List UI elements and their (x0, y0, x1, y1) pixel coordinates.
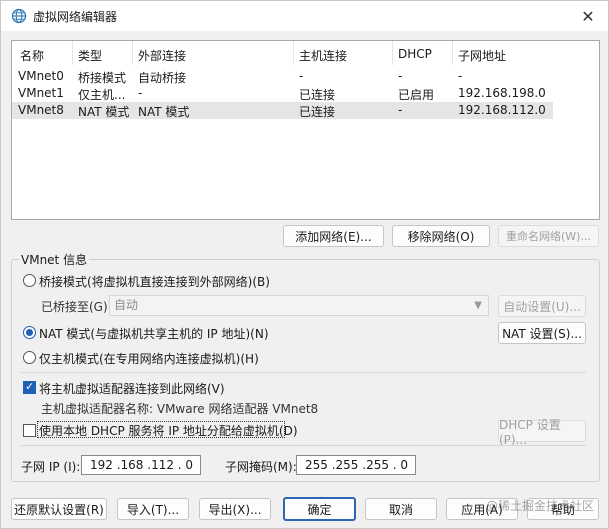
column-header-subnet[interactable]: 子网地址 (458, 47, 506, 63)
close-icon: ✕ (581, 6, 595, 26)
divider (21, 372, 586, 373)
column-separator[interactable] (452, 41, 453, 65)
column-header-dhcp[interactable]: DHCP (398, 47, 432, 63)
cell-host: - (299, 69, 304, 83)
connect-adapter-checkbox[interactable] (23, 380, 36, 394)
cell-name: VMnet8 (18, 103, 64, 117)
rename-network-button[interactable]: 重命名网络(W)... (498, 225, 599, 247)
close-button[interactable]: ✕ (568, 1, 608, 31)
column-separator[interactable] (392, 41, 393, 65)
globe-icon (11, 8, 27, 24)
window-title: 虚拟网络编辑器 (33, 10, 118, 24)
column-header-host[interactable]: 主机连接 (299, 47, 347, 63)
column-header-external[interactable]: 外部连接 (138, 47, 186, 63)
column-separator[interactable] (132, 41, 133, 65)
subnet-mask-label: 子网掩码(M): (225, 460, 297, 474)
cell-type: NAT 模式 (78, 105, 130, 119)
table-header: 名称 类型 外部连接 主机连接 DHCP 子网地址 (12, 41, 599, 65)
cell-name: VMnet0 (18, 69, 64, 83)
bridged-to-value: 自动 (114, 298, 139, 312)
remove-network-button[interactable]: 移除网络(O) (392, 225, 490, 247)
nat-mode-radio[interactable] (23, 326, 36, 339)
cancel-button[interactable]: 取消 (365, 498, 437, 520)
vmnet-info-group (11, 259, 600, 482)
connect-adapter-label[interactable]: 将主机虚拟适配器连接到此网络(V) (39, 380, 225, 397)
table-row-selected[interactable]: VMnet8 NAT 模式 NAT 模式 已连接 - 192.168.112.0 (12, 102, 553, 119)
column-separator[interactable] (293, 41, 294, 65)
import-button[interactable]: 导入(T)... (117, 498, 189, 520)
cell-subnet: 192.168.198.0 (458, 86, 546, 100)
add-network-button[interactable]: 添加网络(E)... (283, 225, 384, 247)
auto-settings-button[interactable]: 自动设置(U)... (498, 295, 586, 317)
restore-defaults-button[interactable]: 还原默认设置(R) (11, 498, 107, 520)
cell-name: VMnet1 (18, 86, 64, 100)
column-header-type[interactable]: 类型 (78, 47, 102, 63)
cell-type: 桥接模式 (78, 71, 127, 85)
dhcp-label[interactable]: 使用本地 DHCP 服务将 IP 地址分配给虚拟机(D) (39, 422, 298, 439)
cell-subnet: - (458, 69, 463, 83)
chevron-down-icon: ▼ (474, 300, 482, 311)
bridged-mode-radio[interactable] (23, 274, 36, 287)
cell-host: 已连接 (299, 88, 336, 102)
host-only-mode-label[interactable]: 仅主机模式(在专用网络内连接虚拟机)(H) (39, 350, 259, 367)
subnet-mask-field[interactable]: 255 .255 .255 . 0 (296, 455, 416, 475)
column-header-name[interactable]: 名称 (20, 47, 44, 63)
cell-external: NAT 模式 (138, 105, 190, 119)
cell-external: - (138, 86, 143, 100)
bridged-to-label: 已桥接至(G): (41, 300, 112, 314)
cell-dhcp: - (398, 69, 403, 83)
cell-external: 自动桥接 (138, 71, 187, 85)
subnet-ip-field[interactable]: 192 .168 .112 . 0 (81, 455, 201, 475)
cell-dhcp: 已启用 (398, 88, 435, 102)
bridged-mode-label[interactable]: 桥接模式(将虚拟机直接连接到外部网络)(B) (39, 273, 270, 290)
title-bar[interactable]: 虚拟网络编辑器 ✕ (1, 1, 608, 31)
cell-host: 已连接 (299, 105, 336, 119)
dhcp-settings-button[interactable]: DHCP 设置(P)... (498, 418, 586, 447)
cell-dhcp: - (398, 103, 403, 117)
nat-mode-label[interactable]: NAT 模式(与虚拟机共享主机的 IP 地址)(N) (39, 325, 269, 342)
cell-type: 仅主机... (78, 88, 126, 102)
nat-settings-button[interactable]: NAT 设置(S)... (498, 322, 586, 344)
host-only-mode-radio[interactable] (23, 351, 36, 364)
network-table[interactable]: 名称 类型 外部连接 主机连接 DHCP 子网地址 VMnet0 桥接模式 自动… (11, 40, 600, 220)
virtual-network-editor-window: 虚拟网络编辑器 ✕ 名称 类型 外部连接 主机连接 DHCP 子网地址 VMne… (0, 0, 609, 529)
divider (21, 445, 586, 446)
bridged-to-select[interactable]: 自动 ▼ (109, 295, 489, 316)
cell-subnet: 192.168.112.0 (458, 103, 546, 117)
subnet-ip-label: 子网 IP (I): (21, 460, 81, 474)
table-row[interactable]: VMnet1 仅主机... - 已连接 已启用 192.168.198.0 (12, 85, 599, 102)
vmnet-info-label: VMnet 信息 (19, 251, 90, 268)
dhcp-checkbox[interactable] (23, 424, 36, 437)
table-row[interactable]: VMnet0 桥接模式 自动桥接 - - - (12, 68, 599, 85)
ok-button[interactable]: 确定 (283, 497, 356, 521)
adapter-name-text: 主机虚拟适配器名称: VMware 网络适配器 VMnet8 (41, 402, 319, 416)
column-separator[interactable] (72, 41, 73, 65)
export-button[interactable]: 导出(X)... (199, 498, 271, 520)
watermark-text: @稀土掘金技术社区 (485, 499, 594, 513)
